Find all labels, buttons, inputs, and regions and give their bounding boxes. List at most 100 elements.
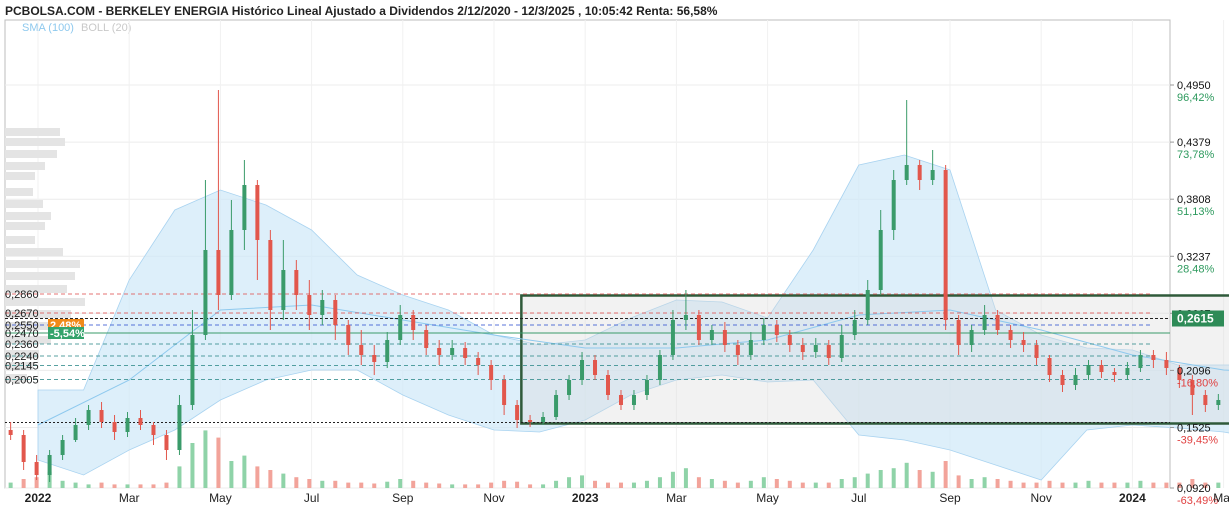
candle-body[interactable]	[1164, 360, 1169, 368]
candle-body[interactable]	[515, 405, 520, 420]
candle-body[interactable]	[878, 230, 883, 290]
candle-body[interactable]	[644, 380, 649, 395]
candle-body[interactable]	[268, 240, 273, 310]
candle-body[interactable]	[606, 375, 610, 395]
candle-body[interactable]	[618, 395, 623, 405]
candle-body[interactable]	[982, 315, 987, 330]
candle-body[interactable]	[787, 335, 792, 345]
volume-bar	[424, 482, 429, 488]
candle-body[interactable]	[34, 462, 39, 475]
candle-body[interactable]	[164, 435, 169, 450]
candle-body[interactable]	[411, 315, 416, 330]
candle-body[interactable]	[60, 440, 65, 455]
candle-body[interactable]	[930, 170, 935, 180]
candle-body[interactable]	[774, 325, 779, 335]
candle-body[interactable]	[1060, 375, 1065, 385]
candle-body[interactable]	[177, 405, 182, 450]
candle-body[interactable]	[216, 250, 221, 295]
candle-body[interactable]	[437, 348, 442, 355]
candle-body[interactable]	[8, 430, 13, 435]
candle-body[interactable]	[190, 335, 195, 405]
candle-body[interactable]	[1112, 372, 1117, 375]
candle-body[interactable]	[593, 360, 598, 375]
candle-body[interactable]	[1125, 368, 1130, 375]
candle-body[interactable]	[1021, 340, 1026, 345]
candle-body[interactable]	[489, 365, 494, 380]
candle-body[interactable]	[463, 348, 468, 358]
candle-body[interactable]	[333, 300, 338, 325]
candle-body[interactable]	[476, 358, 481, 365]
candle-body[interactable]	[1034, 345, 1039, 358]
candle-body[interactable]	[1216, 400, 1221, 405]
consolidation-box[interactable]	[520, 294, 1229, 425]
candle-body[interactable]	[346, 325, 351, 345]
candle-body[interactable]	[852, 320, 857, 335]
candle-body[interactable]	[580, 360, 585, 380]
candle-body[interactable]	[255, 185, 260, 240]
candle-body[interactable]	[748, 340, 753, 355]
candle-body[interactable]	[943, 170, 948, 320]
price-chart[interactable]: 0,28600,26700,25500,24700,23600,22400,21…	[0, 0, 1229, 512]
candle-body[interactable]	[1138, 355, 1143, 368]
candle-body[interactable]	[722, 330, 727, 345]
candle-body[interactable]	[73, 425, 78, 440]
candle-body[interactable]	[670, 320, 675, 355]
candle-body[interactable]	[904, 165, 909, 180]
volume-bar	[865, 473, 870, 488]
candle-body[interactable]	[138, 418, 143, 425]
candle-body[interactable]	[203, 250, 208, 335]
candle-body[interactable]	[99, 410, 104, 422]
x-axis-label: Mar	[666, 491, 687, 505]
candle-body[interactable]	[320, 300, 325, 315]
candle-body[interactable]	[294, 270, 299, 295]
candle-body[interactable]	[761, 325, 766, 340]
candle-body[interactable]	[541, 417, 546, 422]
candle-body[interactable]	[47, 455, 52, 475]
candle-body[interactable]	[554, 395, 559, 417]
candle-body[interactable]	[359, 345, 364, 355]
candle-body[interactable]	[813, 345, 818, 352]
candle-body[interactable]	[502, 380, 507, 405]
candle-body[interactable]	[1073, 375, 1078, 385]
candle-body[interactable]	[891, 180, 896, 230]
candle-body[interactable]	[839, 335, 844, 358]
candle-body[interactable]	[385, 340, 390, 362]
volume-bar	[242, 455, 247, 488]
candle-body[interactable]	[125, 418, 130, 432]
candle-body[interactable]	[800, 345, 805, 352]
candle-body[interactable]	[826, 345, 831, 358]
candle-body[interactable]	[917, 165, 922, 180]
candle-body[interactable]	[995, 315, 1000, 330]
candle-body[interactable]	[281, 270, 286, 310]
candle-body[interactable]	[1203, 395, 1208, 405]
volume-bar	[580, 475, 585, 488]
candle-body[interactable]	[1099, 365, 1104, 372]
candle-body[interactable]	[372, 355, 377, 362]
candle-body[interactable]	[1151, 355, 1156, 360]
candle-body[interactable]	[151, 425, 156, 435]
candle-body[interactable]	[1047, 358, 1052, 375]
candle-body[interactable]	[735, 345, 740, 355]
candle-body[interactable]	[696, 315, 701, 340]
candle-body[interactable]	[229, 230, 234, 295]
candle-body[interactable]	[865, 290, 870, 320]
candle-body[interactable]	[567, 380, 572, 395]
candle-body[interactable]	[528, 420, 533, 422]
candle-body[interactable]	[956, 320, 961, 345]
candle-body[interactable]	[1008, 330, 1013, 340]
candle-body[interactable]	[307, 295, 312, 315]
candle-body[interactable]	[21, 435, 26, 462]
candle-body[interactable]	[242, 185, 247, 230]
candle-body[interactable]	[450, 348, 455, 355]
candle-body[interactable]	[683, 315, 688, 320]
candle-body[interactable]	[424, 330, 429, 348]
candle-body[interactable]	[657, 355, 662, 380]
candle-body[interactable]	[398, 315, 403, 340]
candle-body[interactable]	[112, 422, 117, 432]
candle-body[interactable]	[86, 410, 91, 425]
volume-bar	[268, 470, 273, 488]
candle-body[interactable]	[1086, 365, 1091, 375]
candle-body[interactable]	[969, 330, 974, 345]
candle-body[interactable]	[709, 330, 714, 340]
candle-body[interactable]	[631, 395, 636, 405]
